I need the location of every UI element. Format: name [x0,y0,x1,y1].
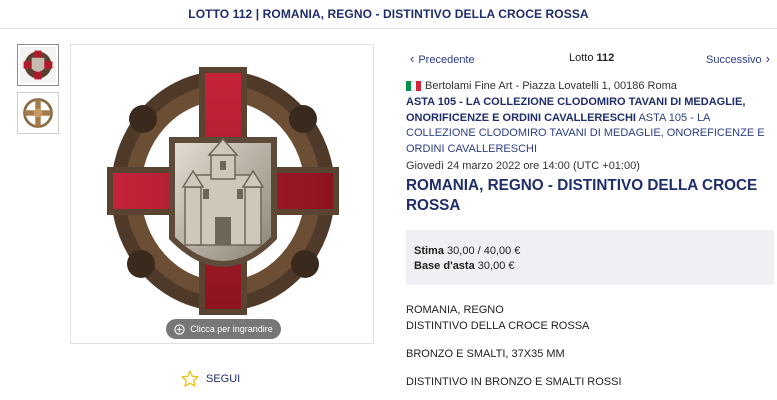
star-outline-icon [181,370,199,387]
auction-house-name: Bertolami Fine Art - Piazza Lovatelli 1,… [425,80,677,92]
description-line: ROMANIA, REGNO [406,304,504,316]
next-lot-link[interactable]: Successivo › [706,51,774,66]
medal-thumbnail-icon [20,47,56,83]
lot-prefix: Lotto [569,52,594,64]
page-header: LOTTO 112 | ROMANIA, REGNO - DISTINTIVO … [0,0,777,29]
current-lot-indicator: Lotto 112 [569,52,614,64]
lot-number: 112 [596,52,615,64]
sale-date: Giovedì 24 marzo 2022 ore 14:00 (UTC +01… [406,160,640,172]
estimate-value: 30,00 / 40,00 € [447,245,521,257]
description-line: DISTINTIVO IN BRONZO E SMALTI ROSSI [406,376,622,388]
lot-description: ROMANIA, REGNO DISTINTIVO DELLA CROCE RO… [406,302,622,390]
description-line: DISTINTIVO DELLA CROCE ROSSA [406,320,590,332]
starting-bid-value: 30,00 € [477,260,515,272]
chevron-right-icon: › [765,51,770,66]
zoom-button-label: Clicca per ingrandire [190,324,273,334]
sale-title-link[interactable]: ASTA 105 - LA COLLEZIONE CLODOMIRO TAVAN… [406,95,776,158]
zoom-button[interactable]: Clicca per ingrandire [166,319,281,339]
italy-flag-icon [406,81,421,91]
page-header-title: LOTTO 112 | ROMANIA, REGNO - DISTINTIVO … [188,7,589,21]
thumbnail-back[interactable] [17,92,59,134]
auction-house: Bertolami Fine Art - Piazza Lovatelli 1,… [406,80,677,92]
estimate-box: Stima 30,00 / 40,00 € Base d'asta 30,00 … [406,230,774,285]
follow-button[interactable]: SEGUI [180,369,240,389]
medal-back-thumbnail-icon [20,95,56,131]
lot-title: ROMANIA, REGNO - DISTINTIVO DELLA CROCE … [406,177,758,214]
estimate-label: Stima [414,245,444,257]
lot-navigation: ‹ Precedente Lotto 112 Successivo › [406,51,774,67]
next-label: Successivo [706,54,762,66]
description-line: BRONZO E SMALTI, 37X35 MM [406,348,565,360]
follow-label: SEGUI [206,373,241,385]
red-cross-badge-image [107,67,339,315]
starting-bid-label: Base d'asta [414,260,475,272]
zoom-circle-icon [174,323,185,335]
estimate-row: Stima 30,00 / 40,00 € [414,244,774,259]
previous-lot-link[interactable]: ‹ Precedente [406,51,475,66]
previous-label: Precedente [418,54,475,66]
starting-bid-row: Base d'asta 30,00 € [414,259,774,274]
thumbnail-front[interactable] [17,44,59,86]
chevron-left-icon: ‹ [410,51,415,66]
main-image-viewer[interactable]: Clicca per ingrandire [70,44,374,344]
